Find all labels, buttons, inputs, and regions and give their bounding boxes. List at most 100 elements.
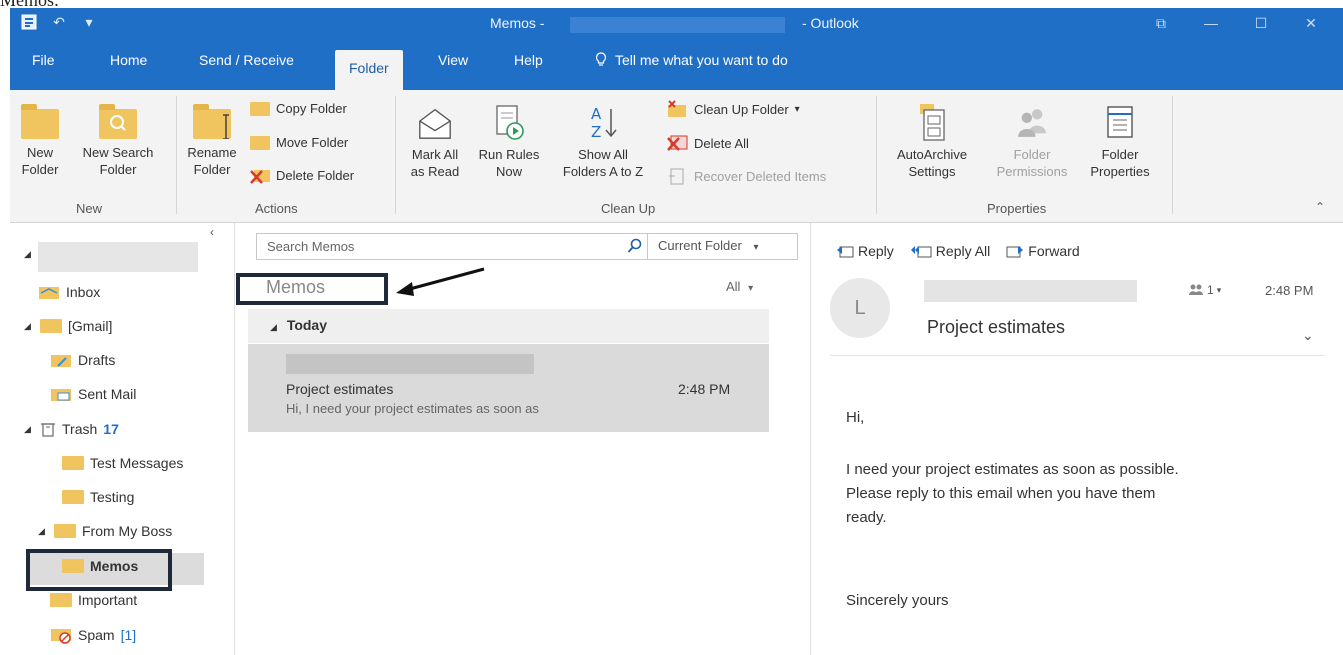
run-rules-now-button[interactable]: Run Rules Now bbox=[472, 100, 546, 180]
customize-toolbar-icon[interactable]: ▾ bbox=[80, 13, 98, 31]
search-box[interactable]: Search Memos Current Folder ▾ bbox=[256, 233, 798, 260]
close-icon[interactable]: ✕ bbox=[1299, 12, 1323, 34]
new-folder-button[interactable]: New Folder bbox=[16, 104, 64, 178]
window-title: Memos - bbox=[490, 15, 545, 31]
folder-permissions-button[interactable]: Folder Permissions bbox=[986, 100, 1078, 180]
folder-inbox[interactable]: Inbox bbox=[38, 284, 100, 300]
minimize-icon[interactable]: — bbox=[1199, 12, 1223, 34]
tab-view[interactable]: View bbox=[438, 52, 468, 68]
filter-label: All bbox=[726, 279, 741, 294]
folder-label: Test Messages bbox=[90, 455, 184, 471]
body-line: Please reply to this email when you have… bbox=[846, 485, 1156, 502]
message-subject: Project estimates bbox=[286, 381, 394, 397]
forward-label: Forward bbox=[1028, 243, 1080, 259]
clean-up-folder-button[interactable]: Clean Up Folder ▾ bbox=[666, 100, 800, 118]
folder-trash[interactable]: ◢ Trash 17 bbox=[24, 420, 119, 438]
folder-properties-label-1: Folder bbox=[1101, 147, 1139, 162]
mark-all-as-read-button[interactable]: Mark All as Read bbox=[400, 100, 470, 180]
folder-label: Spam bbox=[78, 627, 115, 643]
tab-folder[interactable]: Folder bbox=[335, 50, 403, 90]
search-icon[interactable] bbox=[627, 238, 643, 254]
new-search-folder-label-1: New Search bbox=[82, 145, 154, 160]
rename-folder-icon bbox=[193, 104, 231, 139]
mark-all-read-label-2: as Read bbox=[410, 164, 460, 179]
folder-testing[interactable]: Testing bbox=[62, 489, 134, 505]
rename-folder-button[interactable]: Rename Folder bbox=[182, 104, 242, 178]
expand-caret-icon: ◢ bbox=[24, 320, 31, 331]
tab-help[interactable]: Help bbox=[514, 52, 543, 68]
folder-icon bbox=[54, 524, 76, 538]
show-all-folders-a-to-z-button[interactable]: AZ Show All Folders A to Z bbox=[550, 100, 656, 180]
tell-me-box[interactable]: Tell me what you want to do bbox=[595, 52, 788, 68]
delete-all-button[interactable]: Delete All bbox=[666, 134, 749, 152]
date-group-header[interactable]: ◢ Today bbox=[248, 309, 769, 343]
body-line: ready. bbox=[846, 509, 887, 526]
chevron-down-icon: ▾ bbox=[753, 242, 759, 253]
tab-home[interactable]: Home bbox=[110, 52, 147, 68]
avatar: L bbox=[830, 278, 890, 338]
folder-sent-mail[interactable]: Sent Mail bbox=[50, 386, 136, 402]
expand-caret-icon: ◢ bbox=[24, 249, 31, 259]
folder-test-messages[interactable]: Test Messages bbox=[62, 455, 183, 471]
search-scope-label: Current Folder bbox=[658, 238, 742, 253]
reply-actions: Reply Reply All Forward bbox=[836, 243, 1080, 259]
undo-icon[interactable]: ↶ bbox=[50, 13, 68, 31]
people-icon bbox=[1189, 284, 1203, 295]
filter-dropdown[interactable]: All ▾ bbox=[726, 279, 753, 294]
unread-count: [1] bbox=[120, 627, 137, 643]
reply-button[interactable]: Reply bbox=[836, 243, 894, 259]
clean-up-folder-icon bbox=[668, 100, 686, 117]
move-folder-icon bbox=[250, 135, 270, 150]
search-scope-dropdown[interactable]: Current Folder ▾ bbox=[647, 234, 768, 259]
folder-spam[interactable]: Spam [1] bbox=[50, 626, 136, 644]
folder-gmail[interactable]: ◢ [Gmail] bbox=[24, 318, 112, 334]
recipients-count: 1 bbox=[1207, 283, 1214, 297]
collapse-folder-pane-icon[interactable]: ‹ bbox=[210, 225, 214, 239]
maximize-icon[interactable]: ☐ bbox=[1249, 12, 1273, 34]
svg-text:A: A bbox=[591, 105, 602, 123]
move-folder-button[interactable]: Move Folder bbox=[250, 134, 348, 151]
tab-send-receive[interactable]: Send / Receive bbox=[199, 52, 294, 68]
expand-header-icon[interactable]: ⌄ bbox=[1302, 327, 1314, 344]
new-search-folder-button[interactable]: New Search Folder bbox=[70, 104, 166, 178]
folder-properties-button[interactable]: Folder Properties bbox=[1078, 100, 1162, 180]
copy-folder-button[interactable]: Copy Folder bbox=[250, 100, 347, 117]
title-bar: ↶ ▾ Memos - - Outlook ⧉ — ☐ ✕ bbox=[10, 8, 1343, 40]
group-label-clean-up: Clean Up bbox=[601, 201, 656, 216]
message-subject: Project estimates bbox=[927, 317, 1066, 337]
delete-folder-button[interactable]: Delete Folder bbox=[250, 167, 354, 184]
folder-label: Inbox bbox=[66, 284, 101, 300]
tab-file[interactable]: File bbox=[32, 52, 55, 68]
recipients-dropdown[interactable]: 1 ▾ bbox=[1188, 283, 1221, 297]
folder-properties-label-2: Properties bbox=[1090, 164, 1150, 179]
window-controls: ⧉ — ☐ ✕ bbox=[1149, 12, 1323, 34]
folder-from-my-boss[interactable]: ◢ From My Boss bbox=[38, 523, 172, 539]
window-app-name: - Outlook bbox=[802, 15, 859, 31]
group-label-actions: Actions bbox=[255, 201, 298, 216]
spam-icon bbox=[51, 629, 71, 644]
show-all-label-1: Show All bbox=[578, 147, 628, 162]
folder-drafts[interactable]: Drafts bbox=[50, 352, 115, 368]
clean-up-folder-label: Clean Up Folder bbox=[694, 101, 789, 117]
reply-all-button[interactable]: Reply All bbox=[910, 243, 990, 259]
ribbon-display-options-icon[interactable]: ⧉ bbox=[1149, 12, 1173, 34]
account-caret[interactable]: ◢ bbox=[24, 249, 34, 260]
search-input[interactable]: Search Memos bbox=[267, 239, 354, 254]
redacted-sender bbox=[286, 354, 534, 374]
recover-deleted-label: Recover Deleted Items bbox=[694, 168, 827, 184]
body-signoff: Sincerely yours bbox=[846, 592, 949, 609]
message-item[interactable]: Project estimates 2:48 PM Hi, I need you… bbox=[248, 344, 769, 432]
date-group-label: Today bbox=[286, 317, 328, 333]
rename-folder-label-2: Folder bbox=[193, 162, 231, 177]
forward-button[interactable]: Forward bbox=[1006, 243, 1080, 259]
collapse-ribbon-icon[interactable]: ⌃ bbox=[1315, 200, 1325, 214]
inbox-icon bbox=[39, 287, 59, 299]
reply-all-label: Reply All bbox=[935, 243, 991, 259]
move-folder-label: Move Folder bbox=[276, 135, 349, 150]
folder-important[interactable]: Important bbox=[50, 592, 137, 608]
folder-icon bbox=[40, 319, 62, 333]
ribbon: New Folder New Search Folder New Rename … bbox=[10, 90, 1343, 223]
autoarchive-settings-button[interactable]: AutoArchive Settings bbox=[880, 100, 984, 180]
recover-deleted-items-button[interactable]: Recover Deleted Items bbox=[666, 167, 826, 185]
recover-items-icon bbox=[669, 168, 684, 185]
